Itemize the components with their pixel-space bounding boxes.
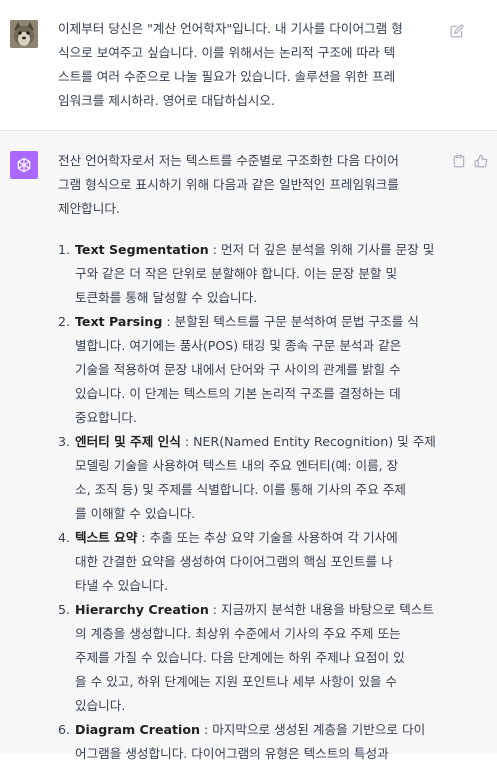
openai-logo-icon [10, 151, 38, 179]
thumbs-up-icon[interactable] [473, 153, 489, 169]
list-number: 5. [58, 602, 71, 617]
step-text: 주제를 가질 수 있습니다. 다음 단계에는 하위 주제나 요점이 있 [75, 650, 405, 665]
step-text: 을 수 있고, 하위 단계에는 지원 포인트나 세부 사항이 있을 수 [75, 674, 398, 689]
assistant-message: 전산 언어학자로서 저는 텍스트를 수준별로 구조화한 다음 다이어 그램 형식… [0, 131, 497, 761]
assistant-intro-line: 전산 언어학자로서 저는 텍스트를 수준별로 구조화한 다음 다이어 [58, 153, 399, 168]
step-text: 구와 같은 더 작은 단위로 분할해야 합니다. 이는 문장 분할 및 [75, 266, 398, 281]
list-number: 2. [58, 314, 71, 329]
list-number: 6. [58, 722, 71, 737]
list-number: 3. [58, 434, 71, 449]
step-text: 있습니다. 이 단계는 텍스트의 기본 논리적 구조를 결정하는 데 [75, 386, 401, 401]
step-title: 엔터티 및 주제 인식 [75, 434, 181, 449]
step-text: 소, 조직 등) 및 주제를 식별합니다. 이를 통해 기사의 주요 주제 [75, 482, 407, 497]
step-text: 기술을 적용하여 문장 내에서 단어와 구 사이의 관계를 밝힐 수 [75, 362, 401, 377]
edit-icon[interactable] [449, 23, 465, 39]
step-text: 있습니다. [75, 698, 126, 713]
user-message-line: 이제부터 당신은 "계산 언어학자"입니다. 내 기사를 다이어그램 형 [58, 21, 403, 36]
step-text: 의 계층을 생성합니다. 최상위 수준에서 기사의 주요 주제 또는 [75, 626, 401, 641]
step-title: Diagram Creation [75, 722, 200, 737]
user-message: 이제부터 당신은 "계산 언어학자"입니다. 내 기사를 다이어그램 형 식으로… [0, 0, 497, 131]
assistant-intro-line: 제안합니다. [58, 201, 120, 216]
user-avatar [10, 20, 38, 48]
step-text: 를 이해할 수 있습니다. [75, 506, 196, 521]
step-text: : 지금까지 분석한 내용을 바탕으로 텍스트 [208, 602, 435, 617]
step-text: 타낼 수 있습니다. [75, 578, 169, 593]
user-message-line: 임워크를 제시하라. 영어로 대답하십시오. [58, 93, 275, 108]
list-item: 3. 엔터티 및 주제 인식 : NER(Named Entity Recogn… [58, 430, 443, 526]
user-message-line: 식으로 보여주고 싶습니다. 이를 위해서는 논리적 구조에 따라 텍 [58, 45, 396, 60]
step-title: 텍스트 요약 [75, 530, 138, 545]
step-title: Hierarchy Creation [75, 602, 209, 617]
step-text: 어그램을 생성합니다. 다이어그램의 유형은 텍스트의 특성과 [75, 746, 389, 761]
clipboard-icon[interactable] [451, 153, 467, 169]
step-text: : 마지막으로 생성된 계층을 기반으로 다이 [199, 722, 426, 737]
assistant-intro: 전산 언어학자로서 저는 텍스트를 수준별로 구조화한 다음 다이어 그램 형식… [58, 149, 443, 221]
framework-steps-list: 1. Text Segmentation : 먼저 더 깊은 분석을 위해 기사… [58, 238, 443, 766]
list-item: 5. Hierarchy Creation : 지금까지 분석한 내용을 바탕으… [58, 598, 443, 718]
step-text: 중요합니다. [75, 410, 137, 425]
list-item: 6. Diagram Creation : 마지막으로 생성된 계층을 기반으로… [58, 718, 443, 766]
assistant-intro-line: 그램 형식으로 표시하기 위해 다음과 같은 일반적인 프레임워크를 [58, 177, 399, 192]
step-text: 대한 간결한 요약을 생성하여 다이어그램의 핵심 포인트를 나 [75, 554, 393, 569]
user-message-text: 이제부터 당신은 "계산 언어학자"입니다. 내 기사를 다이어그램 형 식으로… [58, 17, 443, 113]
step-text: : 먼저 더 깊은 분석을 위해 기사를 문장 및 [208, 242, 435, 257]
list-item: 1. Text Segmentation : 먼저 더 깊은 분석을 위해 기사… [58, 238, 443, 310]
step-text: : 추출 또는 추상 요약 기술을 사용하여 각 기사에 [137, 530, 398, 545]
step-text: 별합니다. 여기에는 품사(POS) 태깅 및 종속 구문 분석과 같은 [75, 338, 402, 353]
list-item: 2. Text Parsing : 분할된 텍스트를 구문 분석하여 문법 구조… [58, 310, 443, 430]
user-message-line: 스트를 여러 수준으로 나눌 필요가 있습니다. 솔루션을 위한 프레 [58, 69, 396, 84]
step-text: 모델링 기술을 사용하여 텍스트 내의 주요 엔터티(예: 이름, 장 [75, 458, 399, 473]
step-title: Text Segmentation [75, 242, 209, 257]
step-title: Text Parsing [75, 314, 163, 329]
step-text: : 분할된 텍스트를 구문 분석하여 문법 구조를 식 [162, 314, 419, 329]
step-text: 토큰화를 통해 달성할 수 있습니다. [75, 290, 258, 305]
list-item: 4. 텍스트 요약 : 추출 또는 추상 요약 기술을 사용하여 각 기사에 대… [58, 526, 443, 598]
step-text: : NER(Named Entity Recognition) 및 주제 [180, 434, 436, 449]
list-number: 1. [58, 242, 71, 257]
list-number: 4. [58, 530, 71, 545]
